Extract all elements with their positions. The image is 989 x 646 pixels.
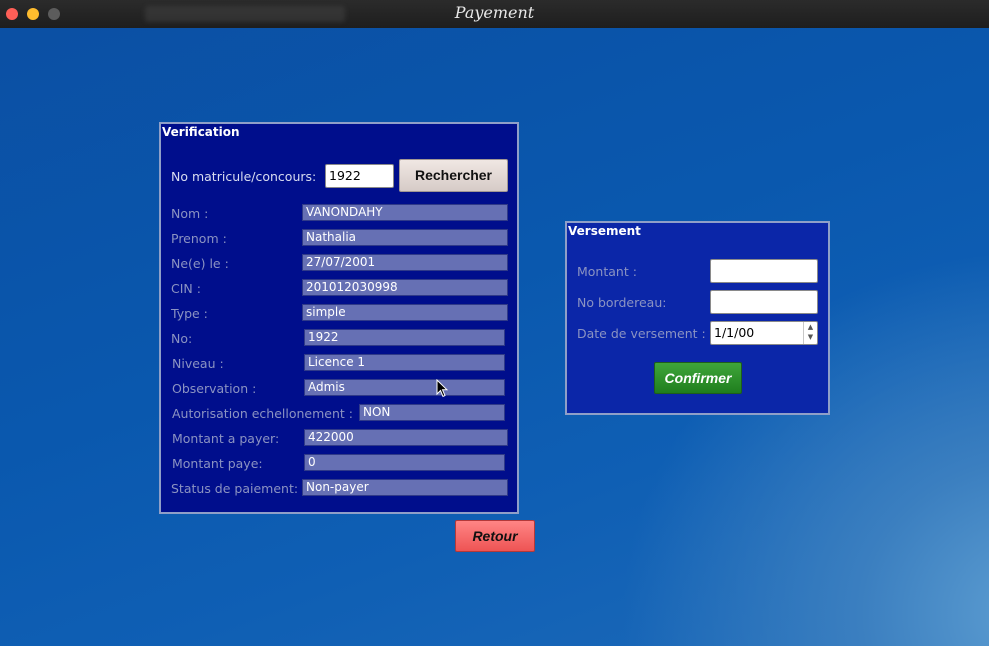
status-label: Status de paiement: [171,481,299,496]
montant-paye-field: 0 [304,454,505,471]
cin-label: CIN : [171,281,201,296]
date-versement-input[interactable]: 1/1/00 ▲ ▼ [710,321,818,345]
autorisation-label: Autorisation echellonement : [172,406,353,421]
montant-paye-label: Montant paye: [172,456,263,471]
versement-legend: Versement [567,223,643,240]
no-label: No: [171,331,193,346]
spinner-down-icon[interactable]: ▼ [804,332,817,342]
window-title: Payement [454,3,535,22]
cin-field: 201012030998 [302,279,508,296]
date-versement-label: Date de versement : [577,326,706,341]
window-titlebar: Payement [0,0,989,28]
niveau-field: Licence 1 [304,354,505,371]
nom-field: VANONDAHY [302,204,508,221]
retour-button[interactable]: Retour [455,520,535,552]
montant-a-payer-field: 422000 [304,429,508,446]
montant-label: Montant : [577,264,637,279]
montant-input[interactable] [710,259,818,283]
mouse-cursor-icon [436,379,448,398]
type-label: Type : [171,306,208,321]
observation-field: Admis [304,379,505,396]
status-field: Non-payer [302,479,508,496]
date-versement-value: 1/1/00 [714,325,755,340]
spinner-up-icon[interactable]: ▲ [804,322,817,332]
prenom-field: Nathalia [302,229,508,246]
matricule-search-input[interactable]: 1922 [325,164,394,188]
bordereau-label: No bordereau: [577,295,667,310]
ne-le-field: 27/07/2001 [302,254,508,271]
confirmer-button[interactable]: Confirmer [654,362,742,394]
versement-panel: Versement Montant : No bordereau: Date d… [565,221,830,415]
rechercher-button[interactable]: Rechercher [399,159,508,192]
search-label: No matricule/concours: [171,169,317,184]
autorisation-field: NON [359,404,505,421]
verification-panel: Verification No matricule/concours: 1922… [159,122,519,514]
observation-label: Observation : [172,381,257,396]
verification-legend: Verification [161,124,242,141]
no-field: 1922 [304,329,505,346]
prenom-label: Prenom : [171,231,227,246]
bordereau-input[interactable] [710,290,818,314]
ne-le-label: Ne(e) le : [171,256,229,271]
montant-a-payer-label: Montant a payer: [172,431,280,446]
niveau-label: Niveau : [172,356,224,371]
type-field: simple [302,304,508,321]
date-spinner[interactable]: ▲ ▼ [803,322,817,344]
nom-label: Nom : [171,206,209,221]
